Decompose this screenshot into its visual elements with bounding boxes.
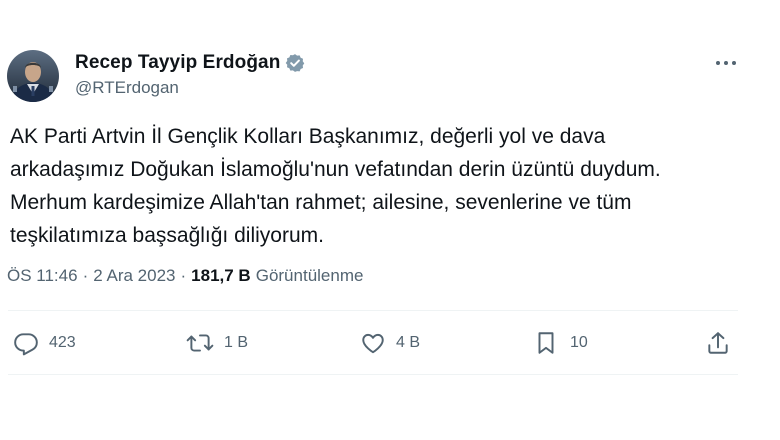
retweet-button[interactable]: 1 B [186,326,248,360]
reply-count: 423 [49,334,76,351]
tweet-time[interactable]: ÖS 11:46 [7,266,78,286]
share-button[interactable] [705,326,731,360]
retweet-icon [186,330,214,356]
tweet-card: Recep Tayyip Erdoğan @RTErdogan AK Parti… [0,0,780,440]
author-name[interactable]: Recep Tayyip Erdoğan [75,52,280,74]
action-bar: 423 1 B 4 B 10 [0,326,780,362]
meta-separator: · [82,266,89,285]
like-count: 4 B [396,334,421,351]
like-button[interactable]: 4 B [360,326,420,360]
bookmark-count: 10 [570,334,588,351]
reply-icon [13,330,39,356]
author-handle[interactable]: @RTErdogan [75,78,305,98]
views-label: Görüntülenme [255,266,364,285]
tweet-meta: ÖS 11:46 · 2 Ara 2023 · 181,7 B Görüntül… [7,266,363,286]
divider-bottom [8,374,738,375]
reply-button[interactable]: 423 [13,326,76,360]
tweet-text: AK Parti Artvin İl Gençlik Kolları Başka… [10,125,661,247]
avatar[interactable] [7,50,59,102]
meta-separator: · [180,266,187,285]
more-icon[interactable] [713,56,739,70]
divider-top [8,310,738,311]
name-row: Recep Tayyip Erdoğan [75,51,305,75]
heart-icon [360,330,386,356]
verified-badge-icon[interactable] [285,53,305,73]
views-count: 181,7 B [191,266,251,285]
avatar-photo [7,50,59,102]
retweet-count: 1 B [224,334,249,351]
bookmark-button[interactable]: 10 [534,326,588,360]
share-icon [705,330,731,356]
author-block: Recep Tayyip Erdoğan @RTErdogan [75,51,305,98]
tweet-date[interactable]: 2 Ara 2023 [93,266,175,286]
bookmark-icon [534,330,558,356]
